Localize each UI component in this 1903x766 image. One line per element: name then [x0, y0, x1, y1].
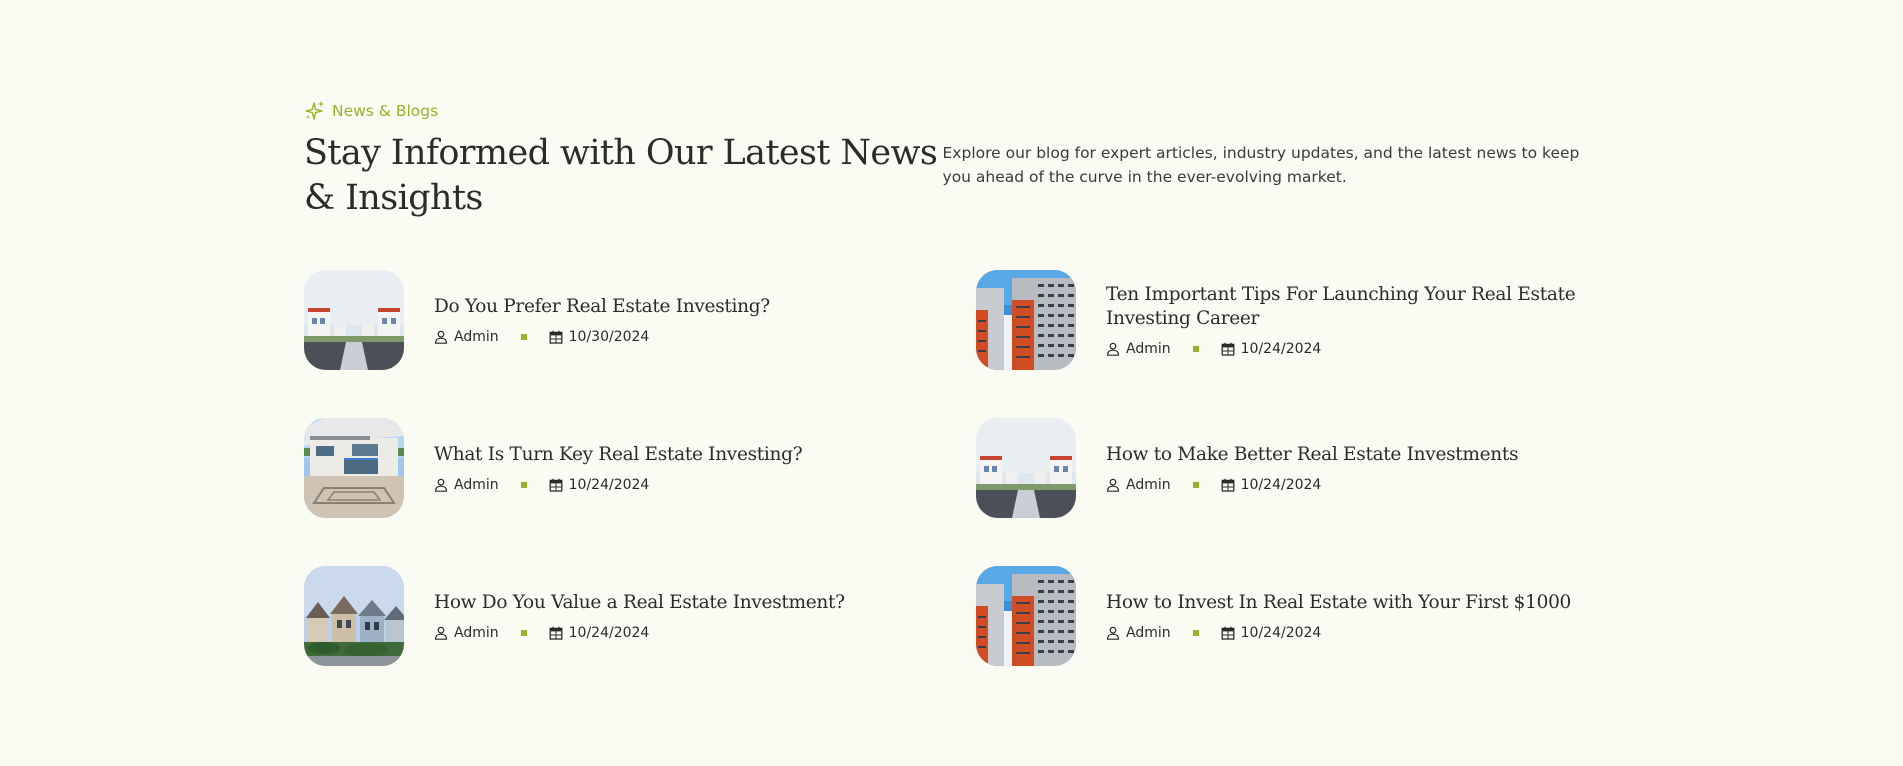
- post-author-name: Admin: [454, 477, 499, 493]
- post-meta: Admin 10/30/2024: [434, 329, 770, 345]
- post-thumbnail[interactable]: [304, 566, 404, 666]
- post-title-link[interactable]: Ten Important Tips For Launching Your Re…: [1106, 284, 1576, 329]
- post-grid: Do You Prefer Real Estate Investing? Adm…: [304, 270, 1600, 666]
- post-meta: Admin 10/24/2024: [1106, 477, 1518, 493]
- calendar-icon: [1221, 342, 1235, 356]
- post-date-value: 10/30/2024: [568, 329, 650, 345]
- post-author: Admin: [1106, 477, 1171, 493]
- post-date-value: 10/24/2024: [1240, 625, 1322, 641]
- meta-separator: [520, 482, 527, 488]
- post-title-link[interactable]: Do You Prefer Real Estate Investing?: [434, 296, 770, 317]
- post-title-link[interactable]: How Do You Value a Real Estate Investmen…: [434, 592, 845, 613]
- post-meta: Admin 10/24/2024: [1106, 625, 1571, 641]
- post-card[interactable]: How Do You Value a Real Estate Investmen…: [304, 566, 976, 666]
- calendar-icon: [549, 330, 563, 344]
- section-title: Stay Informed with Our Latest News & Ins…: [304, 133, 938, 218]
- post-thumbnail[interactable]: [976, 566, 1076, 666]
- meta-separator: [520, 630, 527, 636]
- post-date: 10/24/2024: [1221, 625, 1322, 641]
- post-title-link[interactable]: How to Make Better Real Estate Investmen…: [1106, 444, 1519, 465]
- post-thumbnail[interactable]: [976, 270, 1076, 370]
- calendar-icon: [1221, 626, 1235, 640]
- user-icon: [1106, 342, 1120, 356]
- section-eyebrow-label: News & Blogs: [332, 102, 439, 120]
- post-body: What Is Turn Key Real Estate Investing? …: [434, 443, 803, 493]
- post-meta: Admin 10/24/2024: [434, 625, 845, 641]
- user-icon: [434, 330, 448, 344]
- post-thumbnail[interactable]: [976, 418, 1076, 518]
- post-thumbnail[interactable]: [304, 418, 404, 518]
- news-section: News & Blogs Stay Informed with Our Late…: [304, 98, 1600, 666]
- post-body: Do You Prefer Real Estate Investing? Adm…: [434, 295, 770, 345]
- post-date-value: 10/24/2024: [1240, 477, 1322, 493]
- post-author-name: Admin: [1126, 341, 1171, 357]
- post-author-name: Admin: [1126, 477, 1171, 493]
- sparkle-icon: [304, 100, 326, 122]
- user-icon: [1106, 478, 1120, 492]
- post-thumbnail[interactable]: [304, 270, 404, 370]
- post-title-link[interactable]: How to Invest In Real Estate with Your F…: [1106, 592, 1571, 613]
- post-card[interactable]: What Is Turn Key Real Estate Investing? …: [304, 418, 976, 518]
- post-title-link[interactable]: What Is Turn Key Real Estate Investing?: [434, 444, 803, 465]
- user-icon: [434, 478, 448, 492]
- user-icon: [1106, 626, 1120, 640]
- meta-separator: [520, 334, 527, 340]
- meta-separator: [1192, 630, 1199, 636]
- section-eyebrow: News & Blogs: [304, 98, 943, 124]
- section-intro: Explore our blog for expert articles, in…: [942, 144, 1580, 186]
- post-card[interactable]: How to Invest In Real Estate with Your F…: [976, 566, 1600, 666]
- user-icon: [434, 626, 448, 640]
- post-author: Admin: [434, 329, 499, 345]
- post-body: How Do You Value a Real Estate Investmen…: [434, 591, 845, 641]
- post-card[interactable]: How to Make Better Real Estate Investmen…: [976, 418, 1600, 518]
- post-body: How to Make Better Real Estate Investmen…: [1106, 443, 1519, 493]
- post-body: Ten Important Tips For Launching Your Re…: [1106, 283, 1600, 357]
- post-author: Admin: [434, 625, 499, 641]
- post-date: 10/24/2024: [549, 477, 650, 493]
- post-date: 10/30/2024: [549, 329, 650, 345]
- post-meta: Admin 10/24/2024: [434, 477, 802, 493]
- post-body: How to Invest In Real Estate with Your F…: [1106, 591, 1571, 641]
- meta-separator: [1192, 482, 1199, 488]
- post-author-name: Admin: [1126, 625, 1171, 641]
- post-author: Admin: [1106, 341, 1171, 357]
- post-author-name: Admin: [454, 329, 499, 345]
- section-header: News & Blogs Stay Informed with Our Late…: [304, 98, 1600, 270]
- post-date-value: 10/24/2024: [568, 477, 650, 493]
- post-date: 10/24/2024: [1221, 477, 1322, 493]
- post-card[interactable]: Ten Important Tips For Launching Your Re…: [976, 270, 1600, 370]
- post-meta: Admin 10/24/2024: [1106, 341, 1600, 357]
- section-heading-group: News & Blogs Stay Informed with Our Late…: [304, 98, 943, 221]
- post-author: Admin: [1106, 625, 1171, 641]
- calendar-icon: [549, 626, 563, 640]
- calendar-icon: [549, 478, 563, 492]
- meta-separator: [1192, 346, 1199, 352]
- post-date: 10/24/2024: [1221, 341, 1322, 357]
- section-intro-wrap: Explore our blog for expert articles, in…: [943, 98, 1601, 189]
- post-card[interactable]: Do You Prefer Real Estate Investing? Adm…: [304, 270, 976, 370]
- post-date-value: 10/24/2024: [1240, 341, 1322, 357]
- post-date: 10/24/2024: [549, 625, 650, 641]
- post-date-value: 10/24/2024: [568, 625, 650, 641]
- calendar-icon: [1221, 478, 1235, 492]
- post-author-name: Admin: [454, 625, 499, 641]
- post-author: Admin: [434, 477, 499, 493]
